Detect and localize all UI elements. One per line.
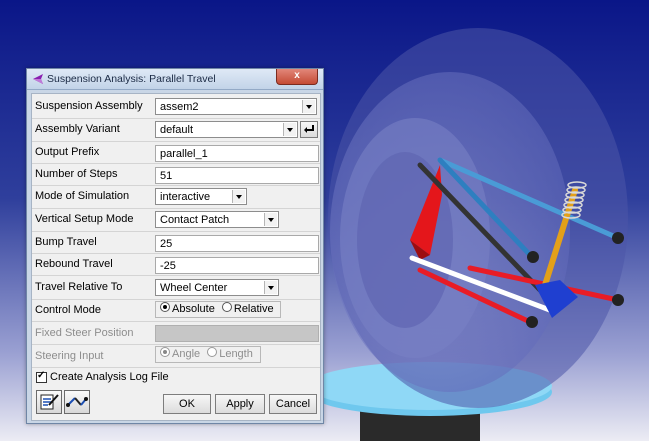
rebound-travel-field[interactable]: -25: [155, 257, 319, 274]
number-of-steps-label: Number of Steps: [35, 168, 118, 180]
edit-form-button[interactable]: [36, 390, 62, 414]
dialog-titlebar[interactable]: Suspension Analysis: Parallel Travel x: [27, 69, 323, 90]
steering-input-length-radio: [207, 347, 218, 357]
fixed-steer-position-field: [155, 325, 319, 342]
control-mode-absolute-radio[interactable]: [160, 302, 170, 312]
bump-travel-label: Bump Travel: [35, 236, 97, 248]
travel-relative-to-value: Wheel Center: [160, 282, 228, 294]
apply-button[interactable]: Apply: [215, 394, 265, 414]
chevron-down-icon[interactable]: [264, 281, 277, 294]
ok-button[interactable]: OK: [163, 394, 211, 414]
mode-of-simulation-value: interactive: [160, 191, 211, 203]
assembly-variant-label: Assembly Variant: [35, 123, 120, 135]
steering-input-label: Steering Input: [35, 350, 104, 362]
create-log-checkbox[interactable]: [36, 370, 47, 383]
vertical-setup-mode-value: Contact Patch: [160, 214, 230, 226]
enter-arrow-icon: [304, 125, 314, 133]
assembly-variant-value: default: [160, 124, 194, 136]
suspension-analysis-icon: [66, 397, 88, 407]
suspension-assembly-value: assem2: [160, 101, 199, 113]
suspension-assembly-label: Suspension Assembly: [35, 100, 143, 112]
vertical-setup-mode-select[interactable]: Contact Patch: [155, 211, 279, 228]
output-prefix-label: Output Prefix: [35, 146, 100, 158]
chevron-down-icon[interactable]: [283, 123, 296, 136]
close-button[interactable]: x: [276, 69, 318, 85]
mode-of-simulation-label: Mode of Simulation: [35, 190, 130, 202]
vertical-setup-mode-label: Vertical Setup Mode: [35, 213, 134, 225]
control-mode-label: Control Mode: [35, 304, 102, 316]
adams-car-icon: [33, 74, 43, 84]
steering-input-length-label: Length: [219, 348, 253, 360]
dialog-title: Suspension Analysis: Parallel Travel: [47, 73, 216, 85]
output-prefix-field[interactable]: parallel_1: [155, 145, 319, 162]
control-mode-absolute-label: Absolute: [172, 303, 215, 315]
bump-travel-field[interactable]: 25: [155, 235, 319, 252]
chevron-down-icon[interactable]: [264, 213, 277, 226]
number-of-steps-field[interactable]: 51: [155, 167, 319, 184]
steering-input-angle-radio: [160, 347, 170, 357]
cancel-button[interactable]: Cancel: [269, 394, 317, 414]
rebound-travel-label: Rebound Travel: [35, 258, 113, 270]
mode-of-simulation-select[interactable]: interactive: [155, 188, 247, 205]
control-mode-radio-group: Absolute Relative: [155, 301, 281, 318]
edit-form-icon: [40, 394, 59, 410]
chevron-down-icon[interactable]: [232, 190, 245, 203]
chevron-down-icon[interactable]: [302, 100, 315, 113]
parallel-travel-dialog: Suspension Analysis: Parallel Travel x S…: [26, 68, 324, 424]
travel-relative-to-label: Travel Relative To: [35, 281, 123, 293]
analysis-form: Suspension Assembly assem2 Assembly Vari…: [31, 93, 321, 421]
control-mode-relative-label: Relative: [233, 303, 274, 315]
steering-input-radio-group: Angle Length: [155, 346, 261, 363]
tire-model: [328, 28, 628, 408]
fixed-steer-position-label: Fixed Steer Position: [35, 327, 134, 339]
control-mode-relative-radio[interactable]: [221, 302, 232, 312]
travel-relative-to-select[interactable]: Wheel Center: [155, 279, 279, 296]
enter-arrow-button[interactable]: [300, 121, 318, 138]
steering-input-angle-label: Angle: [172, 348, 201, 360]
assembly-variant-select[interactable]: default: [155, 121, 298, 138]
suspension-analysis-button[interactable]: [64, 390, 90, 414]
suspension-assembly-select[interactable]: assem2: [155, 98, 317, 115]
create-log-label: Create Analysis Log File: [50, 371, 169, 383]
